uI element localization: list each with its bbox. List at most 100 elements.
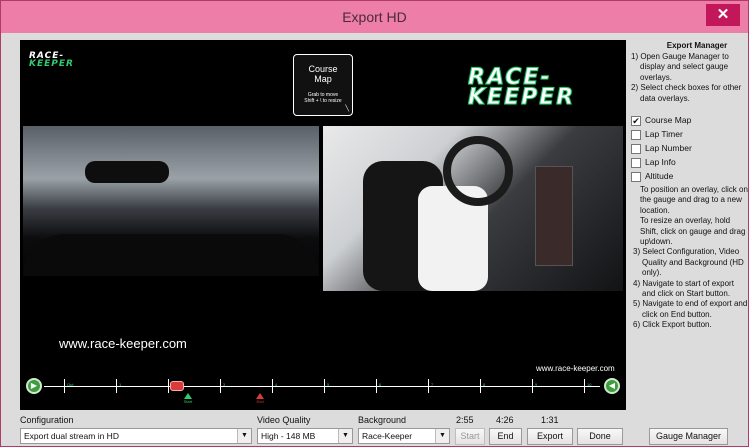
timeline-tick-label: 3 xyxy=(223,382,226,387)
background-label: Background xyxy=(358,415,407,425)
configuration-select[interactable]: Export dual stream in HD ▼ xyxy=(20,428,252,444)
title-bar[interactable]: Export HD ✕ xyxy=(1,1,748,33)
checkbox[interactable]: ✔ xyxy=(631,115,641,126)
timeline-tick-label: 9 xyxy=(535,382,538,387)
end-time: 4:26 xyxy=(496,415,514,425)
gauge-manager-button[interactable]: Gauge Manager xyxy=(649,428,728,445)
dashboard xyxy=(23,234,319,276)
checkbox[interactable] xyxy=(631,171,641,182)
overlay-course-map[interactable]: ✔ Course Map xyxy=(631,115,691,127)
help-step-5: 5) Navigate to end of export and click o… xyxy=(633,299,748,319)
end-marker-label: End xyxy=(256,399,264,404)
overlay-label: Lap Timer xyxy=(645,129,683,139)
done-button[interactable]: Done xyxy=(577,428,623,445)
overlay-altitude[interactable]: Altitude xyxy=(631,171,673,183)
timeline-scrubber[interactable] xyxy=(170,381,185,391)
timeline-tick xyxy=(428,379,429,393)
end-button[interactable]: End xyxy=(489,428,522,445)
start-button[interactable]: Start xyxy=(455,428,485,445)
timeline-track[interactable] xyxy=(44,386,600,387)
overlay-lap-timer[interactable]: Lap Timer xyxy=(631,129,683,141)
overlay-lap-info[interactable]: Lap Info xyxy=(631,157,676,169)
timeline-tick-label: 1 xyxy=(119,382,122,387)
close-button[interactable]: ✕ xyxy=(706,4,740,26)
export-hd-window: Export HD ✕ RACE- KEEPER Course Map Grab… xyxy=(0,0,749,447)
timeline-tick xyxy=(272,379,273,393)
front-camera-view xyxy=(23,126,319,276)
watermark-url-left: www.race-keeper.com xyxy=(59,336,187,351)
race-keeper-logo-large: RACE- KEEPER xyxy=(468,66,598,110)
help-position-note: To position an overlay, click on the gau… xyxy=(640,185,748,215)
chevron-down-icon[interactable]: ▼ xyxy=(338,429,352,443)
timeline[interactable]: ▶ Out12345678910 Start End ◀ xyxy=(24,377,622,407)
chevron-down-icon[interactable]: ▼ xyxy=(435,429,449,443)
configuration-value: Export dual stream in HD xyxy=(24,431,119,441)
switch-panel xyxy=(535,166,573,266)
timeline-tick-label: 5 xyxy=(327,382,330,387)
watermark-url-right: www.race-keeper.com xyxy=(536,364,615,373)
export-button[interactable]: Export xyxy=(527,428,573,445)
window-title: Export HD xyxy=(342,9,407,25)
export-manager-help-continued: To position an overlay, click on the gau… xyxy=(631,185,749,331)
timeline-tick xyxy=(532,379,533,393)
export-manager-help: Export Manager 1) Open Gauge Manager to … xyxy=(629,41,747,104)
timeline-tick xyxy=(116,379,117,393)
help-step-3: 3) Select Configuration, Video Quality a… xyxy=(633,247,744,278)
duration-time: 1:31 xyxy=(541,415,559,425)
help-step-1: 1) Open Gauge Manager to display and sel… xyxy=(631,51,729,82)
start-marker[interactable]: Start xyxy=(181,393,195,404)
course-map-hint-line2: Shift + \ to resize xyxy=(304,98,342,104)
logo-small-line2: KEEPER xyxy=(29,59,74,69)
overlay-label: Lap Number xyxy=(645,143,692,153)
end-marker[interactable]: End xyxy=(253,393,267,404)
help-resize-note: To resize an overlay, hold Shift, click … xyxy=(640,216,746,247)
configuration-label: Configuration xyxy=(20,415,74,425)
timeline-tick-label: 4 xyxy=(275,382,278,387)
help-header: Export Manager xyxy=(666,41,728,50)
steering-wheel xyxy=(443,136,513,206)
course-map-title: Course Map xyxy=(294,64,352,84)
timeline-tick-label: 7 xyxy=(431,382,434,387)
timeline-tick xyxy=(220,379,221,393)
checkbox[interactable] xyxy=(631,143,641,154)
overlay-label: Altitude xyxy=(645,171,674,181)
timeline-tick-label: Out xyxy=(67,382,74,387)
timeline-tick xyxy=(480,379,481,393)
help-step-2: 2) Select check boxes for other data ove… xyxy=(631,83,742,103)
race-keeper-logo-small: RACE- KEEPER xyxy=(29,52,74,69)
help-step-4: 4) Navigate to start of export and click… xyxy=(633,278,734,299)
overlay-label: Course Map xyxy=(645,115,692,125)
resize-handle-icon[interactable]: ╲ xyxy=(345,105,349,112)
cockpit-camera-view xyxy=(323,126,623,291)
timeline-tick xyxy=(584,379,585,393)
start-time: 2:55 xyxy=(456,415,474,425)
chevron-down-icon[interactable]: ▼ xyxy=(237,429,251,443)
course-map-overlay[interactable]: Course Map Grab to move Shift + \ to res… xyxy=(293,54,353,116)
overlay-label: Lap Info xyxy=(645,157,676,167)
timeline-tick xyxy=(168,379,169,393)
overlay-lap-number[interactable]: Lap Number xyxy=(631,143,692,155)
video-quality-value: High - 148 MB xyxy=(261,431,316,441)
course-map-title-line2: Map xyxy=(314,74,332,84)
start-marker-label: Start xyxy=(183,399,193,404)
rear-view-mirror xyxy=(85,161,169,183)
logo-large-line2: KEEPER xyxy=(468,85,576,110)
rewind-icon[interactable]: ◀ xyxy=(604,378,620,394)
play-icon[interactable]: ▶ xyxy=(26,378,42,394)
timeline-tick xyxy=(376,379,377,393)
video-preview[interactable]: RACE- KEEPER Course Map Grab to move Shi… xyxy=(20,40,626,410)
video-quality-label: Video Quality xyxy=(257,415,311,425)
background-value: Race-Keeper xyxy=(362,431,413,441)
timeline-tick-label: 6 xyxy=(379,382,382,387)
video-quality-select[interactable]: High - 148 MB ▼ xyxy=(257,428,353,444)
checkbox[interactable] xyxy=(631,157,641,168)
timeline-tick xyxy=(324,379,325,393)
help-step-6: 6) Click Export button. xyxy=(633,320,712,330)
course-map-title-line1: Course xyxy=(308,64,338,74)
checkbox[interactable] xyxy=(631,129,641,140)
timeline-tick-label: 8 xyxy=(483,382,486,387)
course-map-hint: Grab to move Shift + \ to resize xyxy=(294,92,352,104)
timeline-tick xyxy=(64,379,65,393)
background-select[interactable]: Race-Keeper ▼ xyxy=(358,428,450,444)
timeline-tick-label: 10 xyxy=(587,382,592,387)
